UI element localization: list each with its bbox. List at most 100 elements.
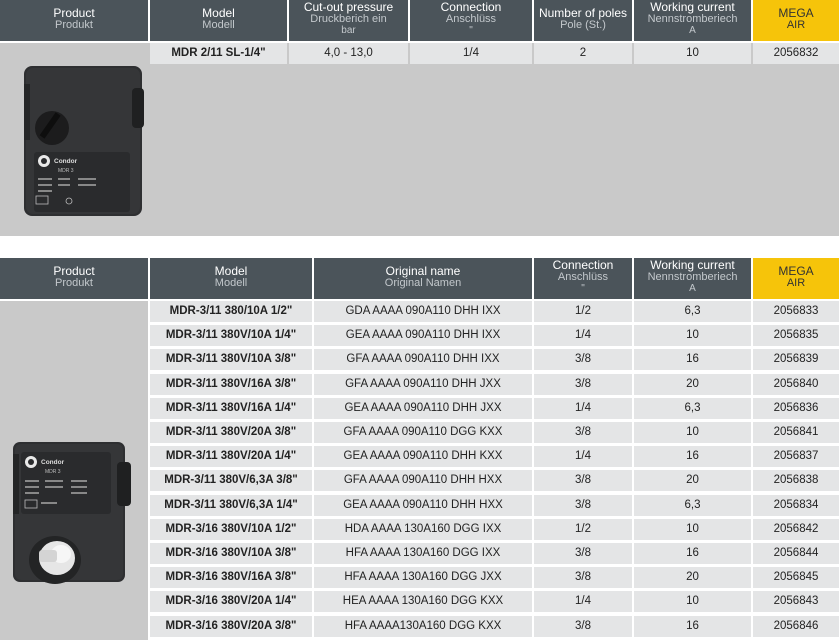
cell-connection: 1/4 [410, 43, 532, 64]
cell-original-name: HEA AAAA 130A160 DGG KXX [314, 591, 532, 613]
cell-connection: 3/8 [534, 470, 632, 492]
cell-mega-air: 2056840 [753, 373, 839, 395]
header-working-current: Working current Nennstromberiech A [634, 258, 751, 299]
cell-mega-air: 2056843 [753, 591, 839, 613]
cell-current: 20 [634, 567, 751, 589]
cell-model: MDR-3/11 380V/6,3A 3/8" [150, 470, 312, 492]
cell-current: 16 [634, 349, 751, 371]
cell-cutout: 4,0 - 13,0 [289, 43, 408, 64]
cell-original-name: GFA AAAA 090A110 DHH HXX [314, 470, 532, 492]
cell-model: MDR-3/11 380V/20A 1/4" [150, 446, 312, 468]
device-model-text: MDR 3 [58, 168, 74, 174]
header-connection: Connection Anschlüss " [410, 0, 532, 41]
cell-mega-air: 2056834 [753, 494, 839, 516]
cell-model: MDR-3/11 380V/16A 1/4" [150, 397, 312, 419]
cell-mega-air: 2056846 [753, 615, 839, 637]
table-row: MDR-3/11 380/10A 1/2" GDA AAAA 090A110 DH… [0, 301, 839, 323]
cell-model: MDR-3/16 380V/20A 1/4" [150, 591, 312, 613]
header-cutout-pressure: Cut-out pressure Druckberich ein bar [289, 0, 408, 41]
cell-model: MDR 2/11 SL-1/4" [150, 43, 287, 64]
header-model: Model Modell [150, 0, 287, 41]
cell-mega-air: 2056832 [753, 43, 839, 64]
cell-mega-air: 2056833 [753, 301, 839, 322]
header-connection: Connection Anschlüss " [534, 258, 632, 299]
cell-connection: 1/4 [534, 397, 632, 419]
header-mega-air: MEGA AIR [753, 0, 839, 41]
cell-model: MDR-3/11 380V/20A 3/8" [150, 422, 312, 443]
cell-model: MDR-3/11 380V/6,3A 1/4" [150, 494, 312, 516]
cell-mega-air: 2056838 [753, 470, 839, 492]
cell-current: 10 [634, 43, 751, 64]
cell-connection: 3/8 [534, 494, 632, 516]
cell-model: MDR-3/16 380V/10A 3/8" [150, 543, 312, 564]
cell-model: MDR-3/16 380V/20A 3/8" [150, 615, 312, 637]
device-brand-text: Condor [41, 459, 65, 466]
cell-mega-air: 2056839 [753, 349, 839, 371]
table-1-header: Product Produkt Model Modell Cut-out pre… [0, 0, 839, 41]
cell-connection: 3/8 [534, 349, 632, 371]
cell-original-name: GFA AAAA 090A110 DHH JXX [314, 373, 532, 395]
cell-connection: 1/2 [534, 518, 632, 540]
device-model-text: MDR 3 [45, 469, 61, 475]
table-row: MDR-3/11 380V/16A 1/4" GEA AAAA 090A110 D… [0, 397, 839, 420]
cell-connection: 3/8 [534, 543, 632, 564]
cell-current: 10 [634, 518, 751, 540]
cell-current: 6,3 [634, 301, 751, 322]
device-brand-text: Condor [54, 158, 78, 165]
cell-current: 6,3 [634, 397, 751, 419]
cell-original-name: HFA AAAA130A160 DGG KXX [314, 615, 532, 637]
cell-original-name: HDA AAAA 130A160 DGG IXX [314, 518, 532, 540]
header-number-of-poles: Number of poles Pole (St.) [534, 0, 632, 41]
cell-original-name: GEA AAAA 090A110 DHH HXX [314, 494, 532, 516]
cell-mega-air: 2056841 [753, 422, 839, 443]
cell-current: 16 [634, 615, 751, 637]
cell-mega-air: 2056836 [753, 397, 839, 419]
cell-connection: 1/4 [534, 446, 632, 468]
cell-poles: 2 [534, 43, 632, 64]
cell-current: 20 [634, 470, 751, 492]
cell-mega-air: 2056842 [753, 518, 839, 540]
cell-original-name: GEA AAAA 090A110 DHH IXX [314, 325, 532, 347]
cell-model: MDR-3/16 380V/16A 3/8" [150, 567, 312, 589]
cell-connection: 1/2 [534, 301, 632, 322]
cell-original-name: HFA AAAA 130A160 DGG IXX [314, 543, 532, 564]
cell-original-name: GFA AAAA 090A110 DHH IXX [314, 349, 532, 371]
cell-current: 10 [634, 325, 751, 347]
cell-model: MDR-3/11 380V/10A 1/4" [150, 325, 312, 347]
cell-model: MDR-3/16 380V/10A 1/2" [150, 518, 312, 540]
cell-current: 20 [634, 373, 751, 395]
cell-original-name: GFA AAAA 090A110 DGG KXX [314, 422, 532, 443]
cell-current: 10 [634, 591, 751, 613]
header-product: Product Produkt [0, 258, 148, 299]
pressure-switch-image: Condor MDR 3 [24, 66, 144, 216]
cell-original-name: GDA AAAA 090A110 DHH IXX [314, 301, 532, 322]
cell-connection: 1/4 [534, 591, 632, 613]
header-model: Model Modell [150, 258, 312, 299]
cell-mega-air: 2056845 [753, 567, 839, 589]
table-row: MDR-3/11 380V/10A 3/8" GFA AAAA 090A110 D… [0, 349, 839, 371]
cell-mega-air: 2056835 [753, 325, 839, 347]
cell-mega-air: 2056844 [753, 543, 839, 564]
cell-model: MDR-3/11 380V/10A 3/8" [150, 349, 312, 371]
cell-current: 6,3 [634, 494, 751, 516]
table-2-header: Product Produkt Model Modell Original na… [0, 258, 839, 299]
cell-connection: 1/4 [534, 325, 632, 347]
table-row: MDR-3/11 380V/10A 1/4" GEA AAAA 090A110 D… [0, 325, 839, 347]
cell-connection: 3/8 [534, 422, 632, 443]
cell-current: 10 [634, 422, 751, 443]
cell-original-name: GEA AAAA 090A110 DHH JXX [314, 397, 532, 419]
cell-model: MDR-3/11 380/10A 1/2" [150, 301, 312, 322]
cell-current: 16 [634, 543, 751, 564]
product-table-1: Product Produkt Model Modell Cut-out pre… [0, 0, 839, 236]
header-working-current: Working current Nennstromberiech A [634, 0, 751, 41]
table-row: MDR-3/16 380V/20A 3/8" HFA AAAA130A160 DG… [0, 615, 839, 638]
cell-mega-air: 2056837 [753, 446, 839, 468]
cell-connection: 3/8 [534, 615, 632, 637]
header-product: Product Produkt [0, 0, 148, 41]
cell-connection: 3/8 [534, 373, 632, 395]
table-row: MDR-3/11 380V/16A 3/8" GFA AAAA 090A110 D… [0, 373, 839, 396]
table-row: MDR-3/16 380V/20A 1/4" HEA AAAA 130A160 D… [0, 591, 839, 613]
header-mega-air: MEGA AIR [753, 258, 839, 299]
cell-connection: 3/8 [534, 567, 632, 589]
table-row: MDR 2/11 SL-1/4" 4,0 - 13,0 1/4 2 10 205… [0, 43, 839, 65]
